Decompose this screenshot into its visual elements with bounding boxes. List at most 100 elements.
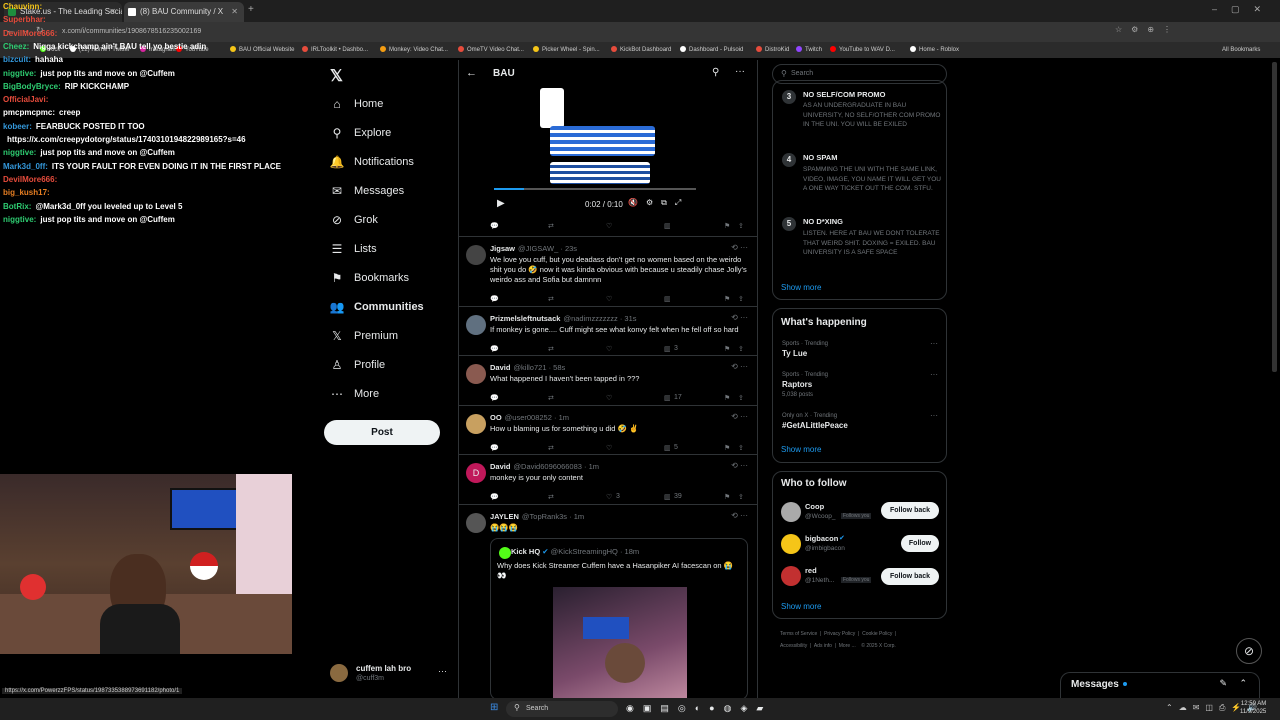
- more-icon[interactable]: ⟲ ···: [731, 461, 748, 470]
- chevron-up-icon[interactable]: ⌃: [1239, 678, 1247, 689]
- windows-start-icon[interactable]: ⊞: [490, 702, 498, 713]
- share-icon[interactable]: ⇪: [738, 345, 744, 353]
- more-icon[interactable]: ···: [930, 339, 938, 348]
- repost-icon[interactable]: ⇄: [548, 394, 554, 402]
- footer-link[interactable]: Terms of Service: [780, 631, 817, 637]
- bookmark-icon[interactable]: ⚑: [724, 493, 730, 501]
- bookmark-item[interactable]: OmeTV Video Chat...: [458, 42, 524, 58]
- quoted-tweet[interactable]: Kick HQ ✔ @KickStreamingHQ · 18m Why doe…: [490, 538, 748, 700]
- bookmark-item[interactable]: Twitch: [796, 42, 822, 58]
- show-more-link[interactable]: Show more: [781, 445, 821, 454]
- more-icon[interactable]: ⟲ ···: [731, 243, 748, 252]
- views-icon[interactable]: ▥: [664, 222, 671, 230]
- like-icon[interactable]: ♡: [606, 394, 612, 402]
- tweet-author[interactable]: David: [490, 363, 510, 372]
- tweet-author[interactable]: OO: [490, 413, 502, 422]
- close-tab-icon[interactable]: ✕: [109, 2, 116, 22]
- account-more-icon[interactable]: ···: [438, 666, 447, 676]
- views-icon[interactable]: ▥: [664, 394, 671, 402]
- views-icon[interactable]: ▥: [664, 493, 671, 501]
- follow-back-button[interactable]: Follow back: [881, 568, 939, 585]
- tweet-author[interactable]: Prizmelsleftnutsack: [490, 314, 560, 323]
- bookmark-item[interactable]: Home - Roblox: [910, 42, 959, 58]
- tweet-author[interactable]: Jigsaw: [490, 244, 515, 253]
- more-icon[interactable]: ⟲ ···: [731, 313, 748, 322]
- taskbar-search[interactable]: ⚲ Search: [506, 701, 618, 717]
- trend-item[interactable]: Raptors: [782, 380, 812, 389]
- scrollbar[interactable]: [1272, 62, 1277, 372]
- follow-name[interactable]: Coop: [805, 502, 824, 511]
- nav-item-communities[interactable]: 👥 Communities: [330, 294, 424, 320]
- video-player[interactable]: [490, 84, 700, 214]
- quoted-image[interactable]: [553, 587, 687, 699]
- trend-item[interactable]: #GetALittlePeace: [782, 421, 848, 430]
- reply-icon[interactable]: 💬: [490, 493, 499, 501]
- show-more-link[interactable]: Show more: [781, 602, 821, 611]
- share-icon[interactable]: ⇪: [738, 295, 744, 303]
- bookmark-item[interactable]: YouTube to WAV D...: [830, 42, 895, 58]
- bookmark-icon[interactable]: ⚑: [724, 295, 730, 303]
- like-icon[interactable]: ♡: [606, 295, 612, 303]
- like-icon[interactable]: ♡: [606, 444, 612, 452]
- share-icon[interactable]: ⇪: [738, 222, 744, 230]
- share-icon[interactable]: ⇪: [738, 394, 744, 402]
- repost-icon[interactable]: ⇄: [548, 345, 554, 353]
- nav-item-notifications[interactable]: 🔔 Notifications: [330, 149, 414, 175]
- nav-item-more[interactable]: ⋯ More: [330, 381, 379, 407]
- back-arrow-icon[interactable]: ←: [466, 67, 477, 79]
- like-icon[interactable]: ♡: [606, 345, 612, 353]
- more-icon[interactable]: ···: [930, 370, 938, 379]
- tweet[interactable]: JAYLEN @TopRank3s · 1m ⟲ ··· 😭😭😭: [458, 505, 758, 545]
- bookmark-item[interactable]: KickBot Dashboard: [611, 42, 671, 58]
- more-icon[interactable]: ···: [930, 411, 938, 420]
- avatar[interactable]: D: [466, 463, 486, 483]
- x-logo-icon[interactable]: 𝕏: [330, 66, 343, 86]
- video-controls-icon[interactable]: 🔇⚙⧉⤢: [628, 198, 689, 208]
- nav-item-grok[interactable]: ⊘ Grok: [330, 207, 378, 233]
- reply-icon[interactable]: 💬: [490, 345, 499, 353]
- tweet-author[interactable]: JAYLEN: [490, 512, 519, 521]
- new-tab-button[interactable]: +: [248, 4, 254, 15]
- browser-extension-icons[interactable]: ☆⚙⊕⋮: [1115, 25, 1180, 34]
- avatar[interactable]: [781, 534, 801, 554]
- more-icon[interactable]: ⟲ ···: [731, 511, 748, 520]
- share-icon[interactable]: ⇪: [738, 444, 744, 452]
- like-icon[interactable]: ♡: [606, 493, 612, 501]
- search-icon[interactable]: ⚲: [712, 67, 719, 78]
- follow-name[interactable]: red: [805, 566, 817, 575]
- tweet[interactable]: OO @user008252 · 1m ⟲ ··· How u blaming us …: [458, 406, 758, 455]
- post-button[interactable]: Post: [324, 420, 440, 445]
- repost-icon[interactable]: ⇄: [548, 295, 554, 303]
- follow-name[interactable]: bigbacon: [805, 534, 838, 543]
- play-icon[interactable]: ▶: [497, 198, 505, 209]
- avatar[interactable]: [466, 364, 486, 384]
- nav-item-home[interactable]: ⌂ Home: [330, 91, 383, 117]
- tweet[interactable]: D David @David6096066083 · 1m ⟲ ··· monkey i…: [458, 455, 758, 505]
- bookmark-item[interactable]: Monkey: Video Chat...: [380, 42, 448, 58]
- avatar[interactable]: [466, 245, 486, 265]
- reply-icon[interactable]: 💬: [490, 295, 499, 303]
- bookmark-item[interactable]: BAU Official Website: [230, 42, 294, 58]
- share-icon[interactable]: ⇪: [738, 493, 744, 501]
- avatar[interactable]: [330, 664, 348, 682]
- reply-icon[interactable]: 💬: [490, 394, 499, 402]
- nav-item-profile[interactable]: ♙ Profile: [330, 352, 386, 378]
- browser-tab-x[interactable]: (8) BAU Community / X ✕: [124, 2, 244, 22]
- follow-back-button[interactable]: Follow back: [881, 502, 939, 519]
- more-icon[interactable]: ⟲ ···: [731, 412, 748, 421]
- avatar[interactable]: [781, 502, 801, 522]
- avatar[interactable]: [781, 566, 801, 586]
- tweet[interactable]: David @killo721 · 58s ⟲ ··· What happened I…: [458, 356, 758, 406]
- compose-icon[interactable]: ✎: [1219, 678, 1227, 689]
- nav-item-explore[interactable]: ⚲ Explore: [330, 120, 392, 146]
- bookmark-item[interactable]: Dashboard - Pulsoid: [680, 42, 743, 58]
- footer-link[interactable]: Accessibility: [780, 643, 807, 649]
- bookmark-icon[interactable]: ⚑: [724, 345, 730, 353]
- grok-icon[interactable]: ⊘: [1236, 638, 1262, 664]
- nav-item-messages[interactable]: ✉ Messages: [330, 178, 404, 204]
- close-tab-icon[interactable]: ✕: [231, 2, 238, 22]
- tweet[interactable]: Prizmelsleftnutsack @nadimzzzzzzz · 31s ⟲ …: [458, 307, 758, 356]
- footer-link[interactable]: Ads info: [814, 643, 832, 649]
- window-controls[interactable]: –▢✕: [1212, 4, 1275, 15]
- trend-item[interactable]: Ty Lue: [782, 349, 807, 358]
